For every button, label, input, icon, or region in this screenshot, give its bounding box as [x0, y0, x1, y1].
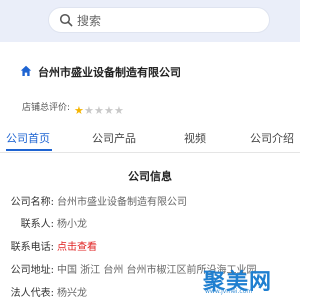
info-row-phone: 联系电话: 点击查看: [0, 237, 300, 255]
info-label: 公司地址:: [10, 265, 54, 276]
info-row-contact: 联系人: 杨小龙: [0, 214, 300, 232]
info-label: 法人代表:: [10, 288, 54, 299]
watermark-url: www.jvmei.com: [205, 288, 253, 295]
info-value: 台州市盛业设备制造有限公司: [57, 197, 187, 208]
company-header: 台州市盛业设备制造有限公司: [20, 64, 290, 82]
info-value: 杨兴龙: [57, 288, 87, 299]
tab-company-home[interactable]: 公司首页: [6, 130, 50, 146]
rating-row: 店铺总评价: ★★★★★: [22, 99, 282, 118]
home-icon: [20, 65, 32, 76]
search-input[interactable]: [75, 10, 259, 32]
info-value: 杨小龙: [57, 219, 87, 230]
tab-bar: 公司首页 公司产品 视频 公司介绍: [0, 124, 300, 153]
info-row-company-name: 公司名称: 台州市盛业设备制造有限公司: [0, 192, 300, 210]
watermark-logo: 聚美网 www.jvmei.com: [203, 262, 295, 296]
info-label: 公司名称:: [10, 197, 54, 208]
tab-company-products[interactable]: 公司产品: [92, 130, 136, 146]
company-name: 台州市盛业设备制造有限公司: [38, 66, 181, 79]
star-icon: ★: [74, 104, 84, 117]
tab-videos[interactable]: 视频: [184, 130, 206, 146]
rating-label: 店铺总评价:: [22, 103, 71, 113]
rating-stars: ★★★★★: [74, 99, 124, 118]
star-icon: ★: [104, 104, 114, 117]
tab-company-intro[interactable]: 公司介绍: [250, 130, 294, 146]
star-icon: ★: [84, 104, 94, 117]
info-label: 联系电话:: [10, 242, 54, 253]
view-phone-link[interactable]: 点击查看: [57, 238, 97, 253]
info-label: 联系人:: [20, 219, 54, 230]
search-icon: [59, 13, 73, 27]
star-icon: ★: [94, 104, 104, 117]
section-title: 公司信息: [128, 170, 172, 183]
active-tab-indicator: [6, 149, 52, 151]
search-box[interactable]: [48, 7, 270, 33]
star-icon: ★: [114, 104, 124, 117]
